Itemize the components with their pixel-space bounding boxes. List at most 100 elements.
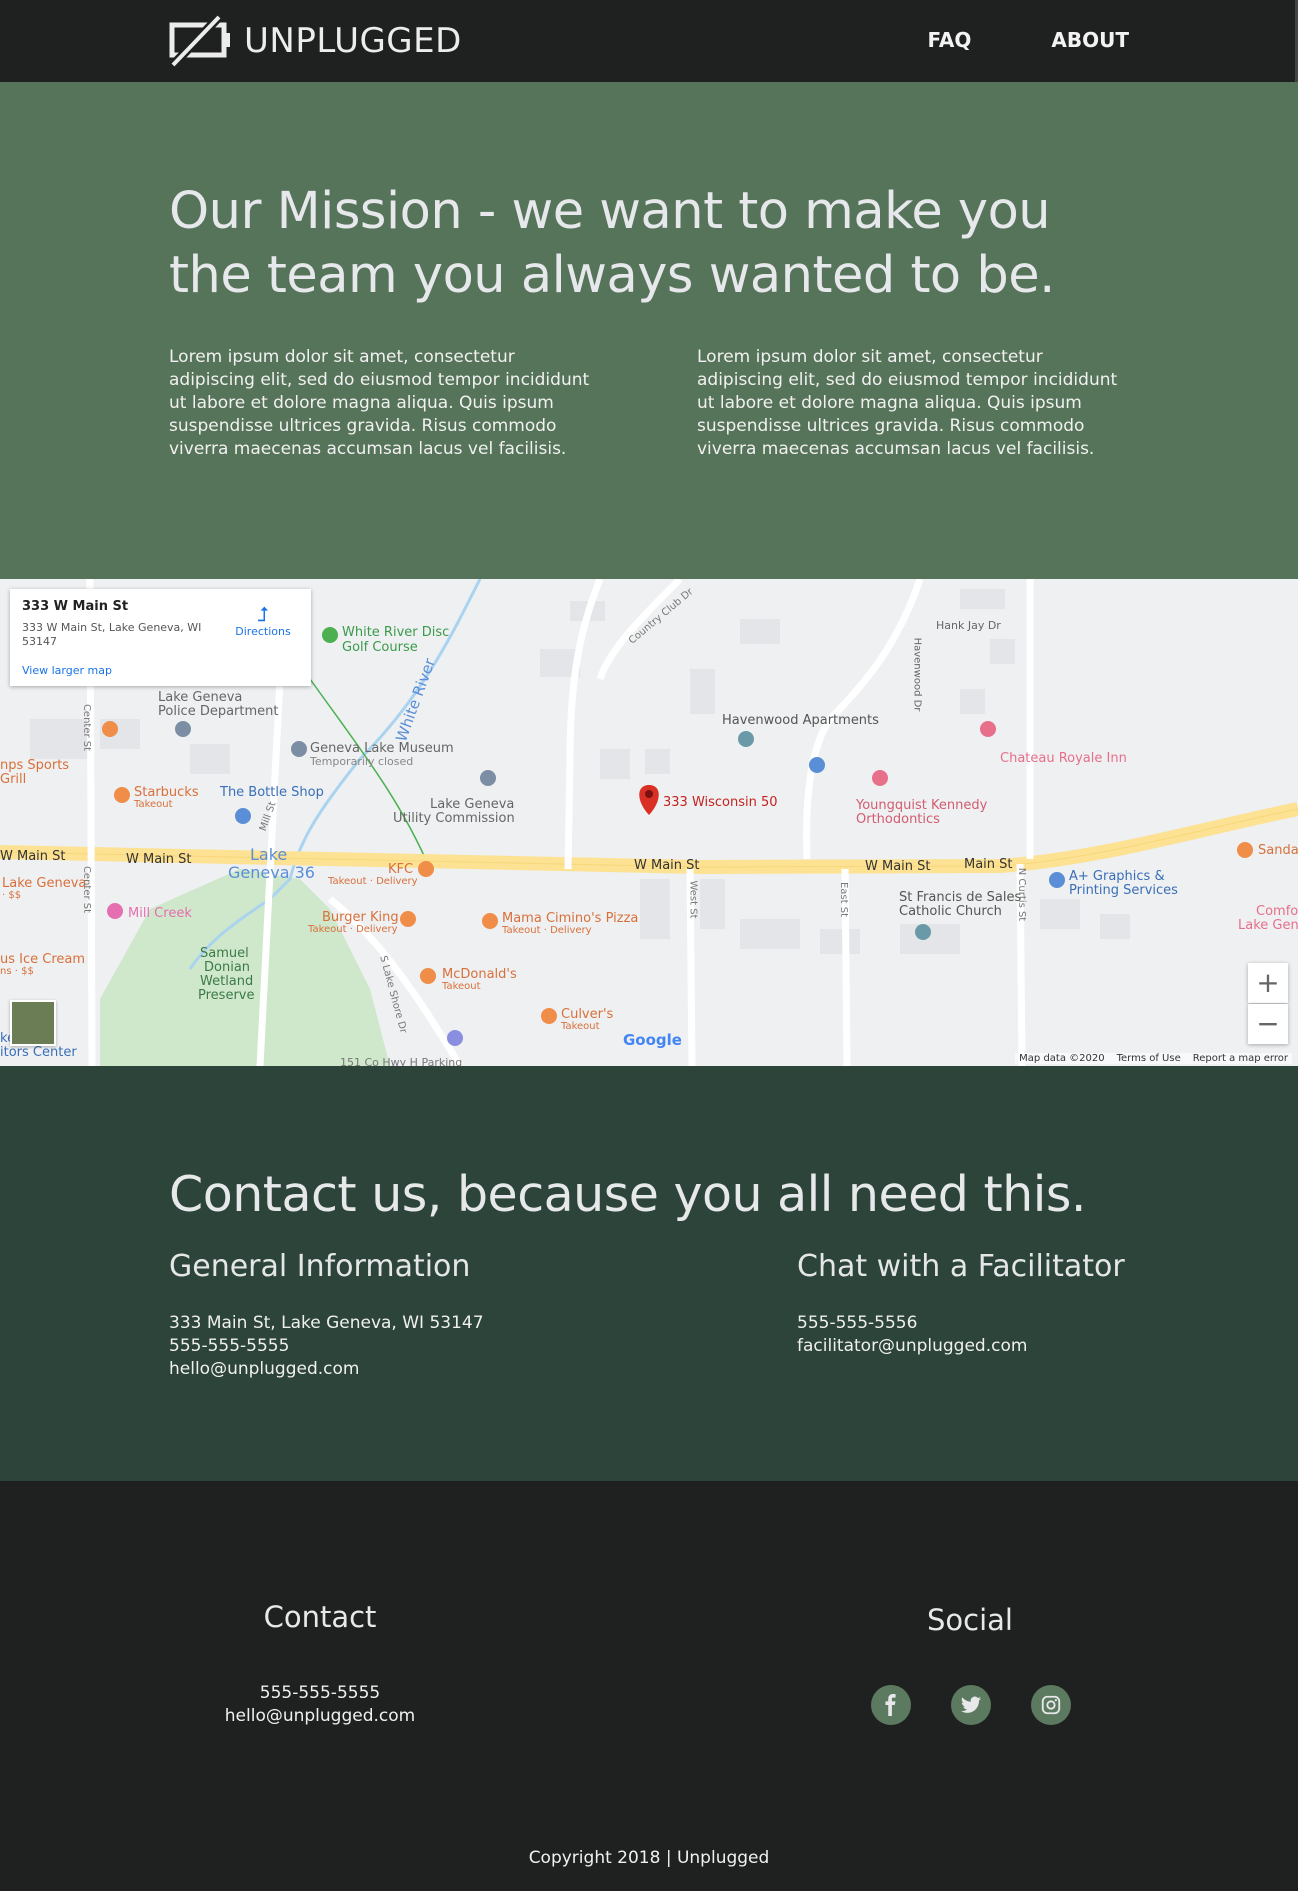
footer-social-title: Social xyxy=(927,1603,1013,1637)
map-street-label: N Curtis St xyxy=(1016,867,1028,922)
map-label: St Francis de Sales xyxy=(899,890,1022,905)
map-street-label: W Main St xyxy=(126,852,192,867)
chat-facilitator-details: 555-555-5556 facilitator@unplugged.com xyxy=(797,1312,1027,1358)
map-label: The Bottle Shop xyxy=(220,785,324,800)
twitter-icon[interactable] xyxy=(951,1685,991,1725)
map-street-label: East St xyxy=(838,881,850,918)
map-label: Youngquist Kennedy xyxy=(856,798,988,813)
top-nav: UNPLUGGED FAQ ABOUT xyxy=(0,0,1298,82)
map-label: Mill Creek xyxy=(128,906,192,921)
zoom-in-button[interactable]: + xyxy=(1248,963,1288,1003)
map-street-label: Havenwood Dr xyxy=(911,637,923,712)
map-label: Mama Cimino's Pizza xyxy=(502,911,639,926)
place-card-title: 333 W Main St xyxy=(22,599,129,614)
map-label: ns · $$ xyxy=(0,966,34,977)
map-data-credit: Map data ©2020 xyxy=(1019,1053,1105,1064)
map-street-label: West St xyxy=(687,880,699,919)
facilitator-phone[interactable]: 555-555-5556 xyxy=(797,1312,1027,1335)
map-label: · $$ xyxy=(2,890,22,901)
map-label: Lake Geneva xyxy=(430,797,515,812)
map-label: Golf Course xyxy=(342,640,418,655)
map-street-label: W Main St xyxy=(865,859,931,874)
contact-section: Contact us, because you all need this. G… xyxy=(0,1066,1298,1481)
place-card-address: 333 W Main St, Lake Geneva, WI 53147 xyxy=(22,621,202,648)
general-information-details: 333 Main St, Lake Geneva, WI 53147 555-5… xyxy=(169,1312,484,1381)
map-label: KFC xyxy=(388,862,414,877)
map-label: Chateau Royale Inn xyxy=(1000,751,1127,766)
mission-section: Our Mission - we want to make you the te… xyxy=(0,82,1298,579)
place-card: 333 W Main St 333 W Main St, Lake Geneva… xyxy=(10,589,311,686)
directions-label: Directions xyxy=(235,625,291,638)
map-marker-label: 333 Wisconsin 50 xyxy=(663,795,778,810)
mission-paragraph-left: Lorem ipsum dolor sit amet, consectetur … xyxy=(169,347,590,459)
footer-phone[interactable]: 555-555-5555 xyxy=(170,1682,470,1705)
unplugged-battery-icon xyxy=(169,15,230,67)
map-label: Sandal xyxy=(1258,843,1298,858)
map-label: Lake xyxy=(250,845,288,864)
embedded-map[interactable]: 333 W Main St 333 W Main St, Lake Geneva… xyxy=(0,579,1298,1066)
map-label: A+ Graphics & xyxy=(1069,869,1165,884)
map-label: Takeout · Delivery xyxy=(328,876,418,887)
map-street-label: Main St xyxy=(964,857,1013,872)
nav-link-faq[interactable]: FAQ xyxy=(928,28,972,52)
general-email[interactable]: hello@unplugged.com xyxy=(169,1358,484,1381)
map-street-label: Hank Jay Dr xyxy=(936,619,1001,632)
map-label: Lake Geneva xyxy=(158,690,243,705)
directions-icon: ⮥ xyxy=(257,602,269,626)
map-label: Lake Gen xyxy=(1238,918,1298,933)
map-label: nps Sports xyxy=(0,758,70,773)
mission-paragraph-right: Lorem ipsum dolor sit amet, consectetur … xyxy=(697,347,1118,459)
map-report-error-link[interactable]: Report a map error xyxy=(1193,1053,1288,1064)
brand-logo[interactable]: UNPLUGGED xyxy=(169,15,462,67)
map-label: Takeout xyxy=(442,981,481,992)
mission-heading: Our Mission - we want to make you the te… xyxy=(169,182,1055,305)
social-links xyxy=(871,1685,1071,1725)
map-label: Geneva 36 xyxy=(228,863,315,882)
map-label: Havenwood Apartments xyxy=(722,713,879,728)
map-footer: Map data ©2020 Terms of Use Report a map… xyxy=(1015,1053,1292,1064)
zoom-out-button[interactable]: − xyxy=(1248,1004,1288,1044)
map-street-label: Center St xyxy=(81,865,93,914)
satellite-toggle[interactable] xyxy=(10,1000,56,1046)
view-larger-map-link[interactable]: View larger map xyxy=(22,664,112,677)
general-phone[interactable]: 555-555-5555 xyxy=(169,1335,484,1358)
directions-button[interactable]: ⮥ Directions xyxy=(233,603,293,638)
site-footer: Contact 555-555-5555 hello@unplugged.com… xyxy=(0,1481,1298,1891)
map-label: Catholic Church xyxy=(899,904,1002,919)
instagram-icon[interactable] xyxy=(1031,1685,1071,1725)
map-label: Preserve xyxy=(198,988,255,1003)
map-street-label: W Main St xyxy=(0,849,66,864)
map-terms-link[interactable]: Terms of Use xyxy=(1117,1053,1181,1064)
map-label: White River Disc xyxy=(342,625,450,640)
nav-link-about[interactable]: ABOUT xyxy=(1051,28,1129,52)
map-label: Takeout · Delivery xyxy=(308,924,398,935)
map-label: McDonald's xyxy=(442,967,517,982)
map-label: Wetland xyxy=(200,974,254,989)
map-label: Takeout xyxy=(561,1021,600,1032)
facilitator-email[interactable]: facilitator@unplugged.com xyxy=(797,1335,1027,1358)
map-label: Burger King xyxy=(322,910,399,925)
map-label: Geneva Lake Museum xyxy=(310,741,454,756)
map-label: Takeout · Delivery xyxy=(502,925,592,936)
map-label: Printing Services xyxy=(1069,883,1178,898)
footer-email[interactable]: hello@unplugged.com xyxy=(170,1705,470,1728)
map-label: Grill xyxy=(0,772,27,787)
map-label: Utility Commission xyxy=(393,811,515,826)
map-label: Takeout xyxy=(134,799,173,810)
general-address: 333 Main St, Lake Geneva, WI 53147 xyxy=(169,1313,484,1333)
map-label: Comfo xyxy=(1256,904,1298,919)
footer-contact-title: Contact xyxy=(263,1600,377,1634)
footer-contact-details: 555-555-5555 hello@unplugged.com xyxy=(170,1682,470,1728)
contact-heading: Contact us, because you all need this. xyxy=(169,1166,1086,1223)
map-label: Temporarily closed xyxy=(310,755,414,768)
map-label: Police Department xyxy=(158,704,279,719)
map-label: Culver's xyxy=(561,1007,614,1022)
map-label: Samuel xyxy=(200,946,249,961)
facebook-icon[interactable] xyxy=(871,1685,911,1725)
google-logo: Google xyxy=(623,1031,682,1049)
map-street-label: W Main St xyxy=(634,858,700,873)
map-label: Orthodontics xyxy=(856,812,940,827)
copyright: Copyright 2018 | Unplugged xyxy=(528,1848,770,1868)
general-information-title: General Information xyxy=(169,1249,471,1284)
map-label: us Ice Cream xyxy=(0,952,86,967)
